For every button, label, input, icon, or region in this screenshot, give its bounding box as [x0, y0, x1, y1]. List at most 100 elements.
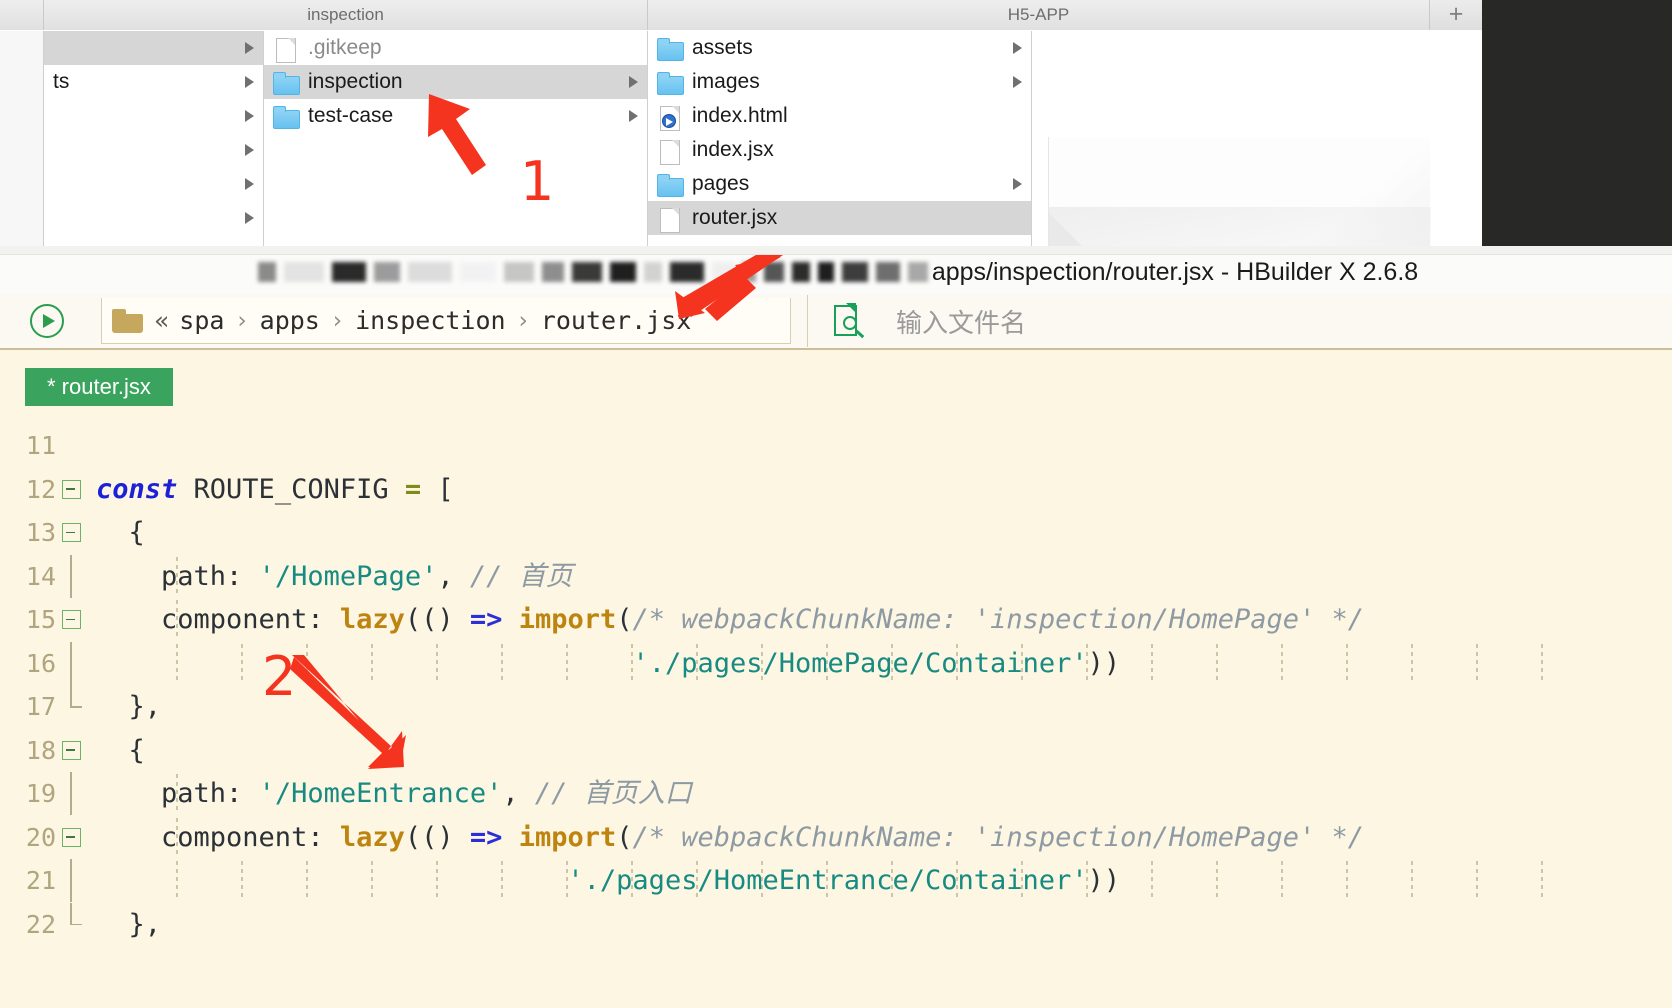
chevron-right-icon	[245, 110, 254, 122]
fold-guide-icon	[62, 772, 81, 815]
file-icon	[273, 37, 299, 63]
code-line-text: component: lazy(() => import(/* webpackC…	[96, 604, 1364, 635]
code-line-text: {	[96, 734, 145, 766]
chevron-right-icon	[245, 212, 254, 224]
chevron-right-icon	[1013, 42, 1022, 54]
list-item-images[interactable]: images	[648, 65, 1031, 99]
list-item-label: .gitkeep	[308, 36, 382, 59]
list-item-pages[interactable]: pages	[648, 167, 1031, 201]
list-item[interactable]	[44, 99, 263, 133]
file-preview-thumbnail	[1048, 137, 1431, 246]
finder-preview-column	[1032, 31, 1480, 246]
breadcrumb-item-spa[interactable]: spa	[179, 306, 224, 335]
list-item-gitkeep[interactable]: .gitkeep	[264, 31, 647, 65]
code-line[interactable]: 11	[0, 424, 1672, 468]
list-item[interactable]	[44, 31, 263, 65]
fold-collapse-icon[interactable]	[62, 740, 81, 760]
window-title-text: apps/inspection/router.jsx - HBuilder X …	[931, 257, 1419, 286]
breadcrumb[interactable]: « spa › apps › inspection › router.jsx	[101, 298, 791, 344]
folder-icon	[657, 37, 684, 61]
line-number: 13	[25, 518, 56, 547]
fold-collapse-icon[interactable]	[62, 827, 81, 847]
chevron-right-icon	[1013, 76, 1022, 88]
line-number: 17	[25, 692, 56, 721]
new-tab-button[interactable]: +	[1430, 0, 1482, 30]
code-line-text: },	[96, 908, 162, 940]
code-area[interactable]: 11 12 const ROUTE_CONFIG = [13 {14 path: '…	[0, 424, 1672, 1008]
code-line[interactable]: 22 },	[0, 902, 1672, 947]
list-item-test-case[interactable]: test-case	[264, 99, 647, 133]
breadcrumb-item-apps[interactable]: apps	[260, 306, 320, 335]
finder-tab-inspection[interactable]: inspection	[44, 0, 648, 30]
code-line-text: './pages/HomePage/Container'))	[632, 647, 1121, 679]
fold-collapse-icon[interactable]	[62, 523, 81, 542]
folder-icon	[273, 105, 300, 129]
annotation-label-1: 1	[520, 150, 555, 213]
fold-collapse-icon[interactable]	[62, 610, 81, 629]
code-editor: * router.jsx 11 12 const ROUTE_CONFIG = [1…	[0, 350, 1672, 1008]
line-number: 20	[25, 822, 56, 852]
chevron-right-icon	[245, 42, 254, 54]
code-line[interactable]: 16 './pages/HomePage/Container'))	[0, 641, 1672, 686]
list-item[interactable]	[44, 201, 263, 235]
code-line[interactable]: 14 path: '/HomePage', // 首页	[0, 554, 1672, 599]
finder-column-inspection: .gitkeep inspection test-case	[264, 31, 648, 246]
file-search-box[interactable]: 输入文件名	[807, 295, 1672, 347]
list-item-label: test-case	[308, 104, 394, 127]
list-item-label: index.jsx	[692, 138, 774, 161]
code-line[interactable]: 19 path: '/HomeEntrance', // 首页入口	[0, 772, 1672, 816]
chevron-right-icon	[629, 76, 638, 88]
code-line[interactable]: 15 component: lazy(() => import(/* webpa…	[0, 598, 1672, 642]
code-line-text: component: lazy(() => import(/* webpackC…	[96, 821, 1364, 853]
finder-tab-h5-app[interactable]: H5-APP	[648, 0, 1430, 30]
folder-icon	[657, 173, 684, 197]
window-title: apps/inspection/router.jsx - HBuilder X …	[0, 250, 1672, 294]
breadcrumb-item-router-jsx[interactable]: router.jsx	[541, 306, 692, 335]
file-icon	[657, 207, 683, 233]
fold-guide-icon	[62, 685, 82, 716]
code-line-text: },	[96, 691, 162, 722]
chevron-right-icon: ›	[518, 307, 528, 334]
annotation-label-2: 2	[262, 645, 297, 708]
code-line[interactable]: 20 component: lazy(() => import(/* webpa…	[0, 816, 1672, 860]
list-item-inspection[interactable]: inspection	[264, 65, 647, 99]
list-item-label: index.html	[692, 104, 788, 127]
code-line[interactable]: 17 },	[0, 685, 1672, 729]
code-line-text: {	[96, 517, 145, 548]
code-line[interactable]: 13 {	[0, 511, 1672, 555]
code-line-text: path: '/HomeEntrance', // 首页入口	[96, 778, 692, 809]
list-item-assets[interactable]: assets	[648, 31, 1031, 65]
toolbar: « spa › apps › inspection › router.jsx 输…	[0, 294, 1672, 350]
editor-tab-router-jsx[interactable]: * router.jsx	[25, 368, 173, 406]
code-line-text: const ROUTE_CONFIG = [	[96, 473, 454, 505]
line-number: 15	[25, 605, 56, 634]
line-number: 21	[25, 866, 56, 895]
code-line[interactable]: 18 {	[0, 729, 1672, 773]
line-number: 11	[25, 431, 56, 460]
list-item-index-html[interactable]: index.html	[648, 99, 1031, 133]
list-item-label: router.jsx	[692, 206, 778, 229]
finder-tab-0[interactable]	[0, 0, 44, 30]
finder-column-h5-app: assets images index.html index.jsx pages	[648, 31, 1032, 246]
run-icon[interactable]	[30, 304, 64, 338]
code-line[interactable]: 12 const ROUTE_CONFIG = [	[0, 468, 1672, 512]
list-item-label: images	[692, 70, 760, 93]
html-file-icon	[657, 105, 683, 131]
chevron-right-icon	[245, 76, 254, 88]
list-item-router-jsx[interactable]: router.jsx	[648, 201, 1031, 235]
list-item[interactable]	[44, 133, 263, 167]
list-item[interactable]: ts	[44, 65, 263, 99]
chevron-right-icon	[245, 178, 254, 190]
file-icon	[657, 139, 683, 165]
list-item-index-jsx[interactable]: index.jsx	[648, 133, 1031, 167]
breadcrumb-root-icon[interactable]: «	[154, 306, 169, 335]
fold-collapse-icon[interactable]	[62, 479, 81, 499]
list-item[interactable]	[44, 167, 263, 201]
code-line[interactable]: 21 './pages/HomeEntrance/Container'))	[0, 859, 1672, 903]
code-line-text: './pages/HomeEntrance/Container'))	[567, 865, 1121, 896]
breadcrumb-item-inspection[interactable]: inspection	[355, 306, 506, 335]
list-item-label: inspection	[308, 70, 403, 93]
line-number: 22	[25, 909, 56, 939]
fold-guide-icon	[62, 859, 81, 902]
editor-tab-strip: * router.jsx	[0, 350, 1672, 424]
